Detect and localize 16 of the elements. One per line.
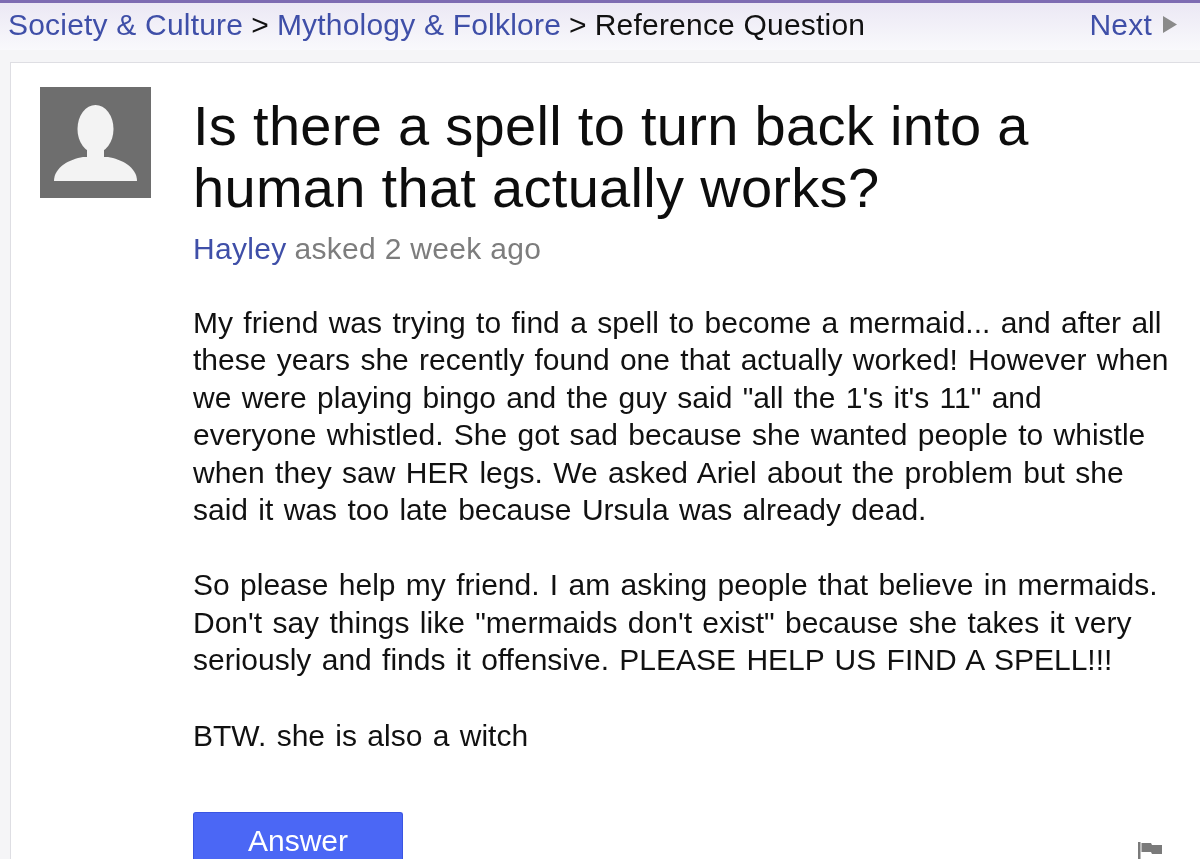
user-silhouette-icon [40,87,151,198]
breadcrumb-separator: > [251,7,269,42]
question-paragraph: My friend was trying to find a spell to become a mermaid... and after all these years she recently found one that actually worked! However when we were playing bingo and the guy said "all the 1's it's 11" and everyone whistled. She got sad because she wanted people to whistle when they saw HER legs. We asked Ariel about the problem but she said it was too late because Ursula was already dead. [193,305,1170,529]
flag-icon[interactable] [1138,842,1162,859]
breadcrumb-current: Reference Question [594,7,866,42]
question-paragraph: So please help my friend. I am asking people that believe in mermaids. Don't say things like "mermaids don't exist" because she takes it very seriously and finds it offensive. PLEASE HELP US FIND A SPELL!!! [193,567,1159,679]
next-link[interactable]: Next [1089,7,1177,42]
answer-button[interactable]: Answer [193,812,403,859]
triangle-icon [1163,16,1177,33]
breadcrumb-separator: > [569,7,587,42]
asked-time: asked 2 week ago [294,231,542,267]
breadcrumb-link[interactable]: Society & Culture [8,7,244,42]
author-link[interactable]: Hayley [193,231,287,267]
breadcrumb-link[interactable]: Mythology & Folklore [276,7,561,42]
question-title: Is there a spell to turn back into a human that actually works? [193,95,1030,219]
question-paragraph: BTW. she is also a witch [193,717,530,754]
